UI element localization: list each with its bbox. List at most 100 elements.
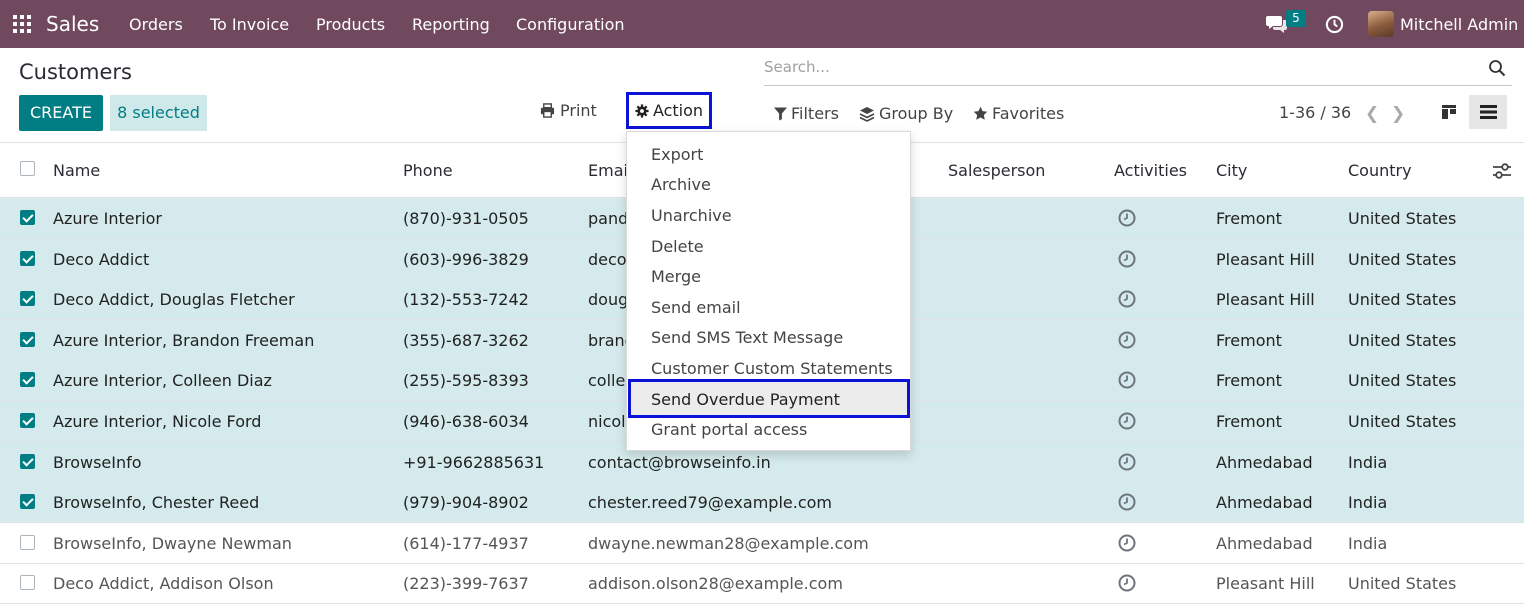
row-checkbox[interactable] bbox=[20, 534, 35, 550]
column-header-name[interactable]: Name bbox=[53, 161, 100, 180]
menu-configuration[interactable]: Configuration bbox=[516, 15, 625, 34]
kanban-view-button[interactable] bbox=[1432, 95, 1466, 129]
row-checkbox[interactable] bbox=[20, 331, 35, 347]
activity-clock-icon[interactable] bbox=[1325, 15, 1344, 34]
column-header-city[interactable]: City bbox=[1216, 161, 1247, 180]
activity-clock-icon[interactable] bbox=[1118, 331, 1136, 349]
group-by-label: Group By bbox=[879, 104, 954, 123]
apps-menu-icon[interactable] bbox=[13, 15, 31, 33]
pager-next-icon[interactable]: ❯ bbox=[1391, 104, 1405, 124]
chat-icon[interactable] bbox=[1266, 14, 1288, 34]
row-checkbox[interactable] bbox=[20, 372, 35, 388]
activity-clock-icon[interactable] bbox=[1118, 250, 1136, 268]
cell-phone: (132)-553-7242 bbox=[403, 290, 529, 310]
menu-to-invoice[interactable]: To Invoice bbox=[210, 15, 289, 34]
cell-country: United States bbox=[1348, 371, 1457, 391]
search-input[interactable] bbox=[764, 58, 1464, 76]
user-name[interactable]: Mitchell Admin bbox=[1400, 15, 1518, 34]
activity-clock-icon[interactable] bbox=[1118, 290, 1136, 308]
cell-phone: (255)-595-8393 bbox=[403, 371, 529, 391]
activity-clock-icon[interactable] bbox=[1118, 412, 1136, 430]
cell-city: Ahmedabad bbox=[1216, 493, 1313, 513]
group-by-button[interactable]: Group By bbox=[859, 104, 953, 123]
row-checkbox[interactable] bbox=[20, 210, 35, 225]
cell-city: Pleasant Hill bbox=[1216, 249, 1315, 269]
menu-orders[interactable]: Orders bbox=[129, 15, 183, 34]
select-all-checkbox[interactable] bbox=[20, 161, 35, 176]
row-checkbox[interactable] bbox=[20, 494, 35, 510]
pager-previous-icon[interactable]: ❮ bbox=[1365, 104, 1379, 124]
row-checkbox[interactable] bbox=[20, 413, 35, 428]
column-header-phone[interactable]: Phone bbox=[403, 161, 453, 180]
filter-icon bbox=[774, 107, 787, 120]
user-avatar[interactable] bbox=[1368, 11, 1394, 37]
layers-icon bbox=[859, 106, 875, 122]
row-checkbox[interactable] bbox=[20, 250, 35, 266]
cell-email: deco bbox=[588, 249, 627, 269]
search-bar bbox=[764, 56, 1512, 86]
chat-count-badge: 5 bbox=[1286, 10, 1306, 27]
activity-clock-icon[interactable] bbox=[1118, 453, 1136, 471]
menu-products[interactable]: Products bbox=[316, 15, 385, 34]
table-row[interactable]: Deco Addict, Addison Olson (223)-399-7637… bbox=[0, 563, 1524, 604]
activity-clock-icon[interactable] bbox=[1118, 574, 1136, 592]
cell-name: BrowseInfo, Dwayne Newman bbox=[53, 533, 292, 553]
menu-item-merge[interactable]: Merge bbox=[651, 267, 701, 286]
menu-item-send-email[interactable]: Send email bbox=[651, 298, 741, 317]
favorites-button[interactable]: Favorites bbox=[973, 104, 1064, 123]
optional-columns-icon[interactable] bbox=[1492, 163, 1512, 179]
cell-country: United States bbox=[1348, 330, 1457, 350]
cell-name: Deco Addict, Addison Olson bbox=[53, 574, 274, 594]
menu-item-customer-statements[interactable]: Customer Custom Statements bbox=[651, 359, 893, 378]
list-view-button[interactable] bbox=[1469, 95, 1507, 129]
menu-item-export[interactable]: Export bbox=[651, 145, 703, 164]
cell-name: Azure Interior, Colleen Diaz bbox=[53, 371, 272, 391]
row-checkbox[interactable] bbox=[20, 575, 35, 591]
table-row[interactable]: BrowseInfo, Chester Reed (979)-904-8902 ch… bbox=[0, 482, 1524, 524]
row-checkbox[interactable] bbox=[20, 291, 35, 307]
row-checkbox[interactable] bbox=[20, 453, 35, 469]
search-icon[interactable] bbox=[1488, 59, 1506, 77]
filters-button[interactable]: Filters bbox=[774, 104, 839, 123]
app-brand[interactable]: Sales bbox=[46, 12, 99, 36]
column-header-salesperson[interactable]: Salesperson bbox=[948, 161, 1045, 180]
action-dropdown-menu: Export Archive Unarchive Delete Merge Se… bbox=[626, 131, 911, 451]
cell-name: Azure Interior bbox=[53, 209, 163, 228]
action-button[interactable]: Action bbox=[626, 92, 712, 129]
activity-clock-icon[interactable] bbox=[1118, 534, 1136, 552]
cell-email: doug bbox=[588, 290, 629, 310]
create-button[interactable]: CREATE bbox=[19, 95, 103, 131]
cell-email: pand bbox=[588, 209, 629, 228]
cell-phone: (979)-904-8902 bbox=[403, 493, 529, 513]
print-icon bbox=[540, 103, 555, 118]
menu-item-delete[interactable]: Delete bbox=[651, 237, 704, 256]
action-label: Action bbox=[652, 101, 704, 120]
cell-country: United States bbox=[1348, 209, 1457, 228]
cell-country: United States bbox=[1348, 249, 1457, 269]
page-title: Customers bbox=[19, 60, 132, 84]
cell-country: United States bbox=[1348, 412, 1457, 431]
menu-item-send-sms[interactable]: Send SMS Text Message bbox=[651, 328, 843, 347]
menu-item-send-overdue-payment[interactable]: Send Overdue Payment bbox=[651, 390, 840, 409]
menu-reporting[interactable]: Reporting bbox=[412, 15, 490, 34]
menu-item-unarchive[interactable]: Unarchive bbox=[651, 206, 732, 225]
cell-city: Ahmedabad bbox=[1216, 533, 1313, 553]
print-button[interactable]: Print bbox=[540, 101, 597, 120]
top-navbar: Sales Orders To Invoice Products Reporti… bbox=[0, 0, 1524, 48]
gear-icon bbox=[635, 103, 649, 118]
pager-value[interactable]: 1-36 / 36 bbox=[1279, 103, 1351, 122]
column-header-country[interactable]: Country bbox=[1348, 161, 1412, 180]
activity-clock-icon[interactable] bbox=[1118, 371, 1136, 389]
cell-email: nicol bbox=[588, 412, 626, 431]
menu-item-grant-portal-access[interactable]: Grant portal access bbox=[651, 420, 807, 439]
list-icon bbox=[1479, 105, 1497, 119]
table-row[interactable]: BrowseInfo, Dwayne Newman (614)-177-4937 d… bbox=[0, 523, 1524, 564]
cell-email: contact@browseinfo.in bbox=[588, 452, 771, 472]
cell-email: dwayne.newman28@example.com bbox=[588, 533, 869, 553]
column-header-activities[interactable]: Activities bbox=[1114, 161, 1187, 180]
activity-clock-icon[interactable] bbox=[1118, 493, 1136, 511]
menu-item-archive[interactable]: Archive bbox=[651, 175, 711, 194]
cell-phone: (870)-931-0505 bbox=[403, 209, 529, 228]
activity-clock-icon[interactable] bbox=[1118, 209, 1136, 227]
selected-count-badge[interactable]: 8 selected bbox=[110, 95, 207, 131]
